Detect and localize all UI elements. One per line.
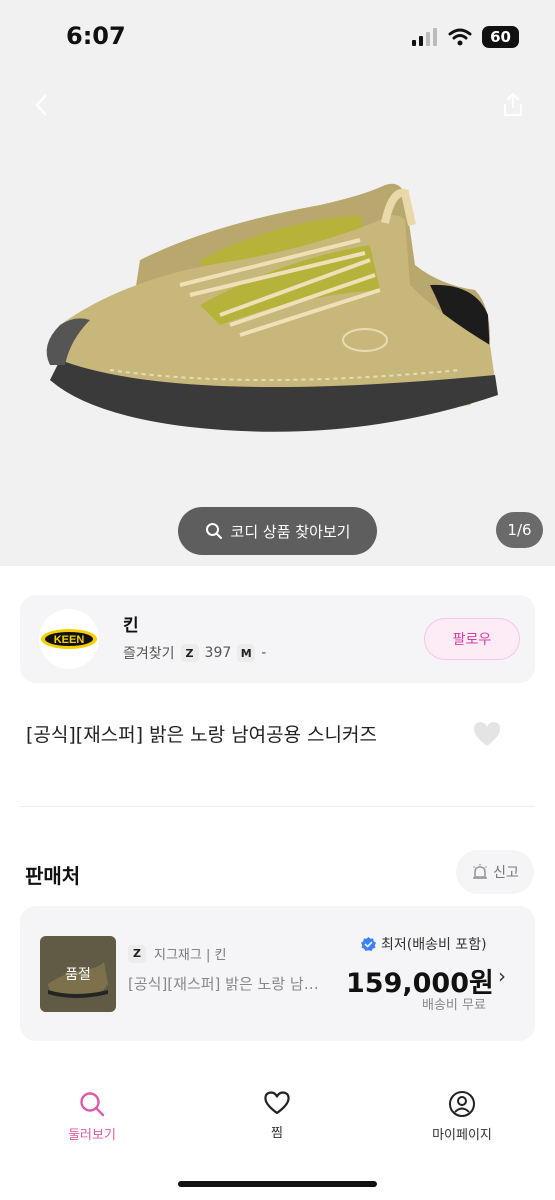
status-bar: 6:07 60 bbox=[0, 0, 555, 72]
follow-button[interactable]: 팔로우 bbox=[424, 618, 520, 660]
home-indicator bbox=[178, 1181, 377, 1187]
seller-thumbnail: 품절 bbox=[40, 936, 116, 1012]
lowest-price-label: 최저(배송비 포함) bbox=[360, 934, 487, 954]
share-icon bbox=[503, 92, 523, 117]
back-button[interactable] bbox=[24, 88, 58, 122]
tab-wishlist[interactable]: 찜 bbox=[232, 1090, 322, 1141]
verified-badge-icon bbox=[361, 936, 376, 951]
zigzag-badge: Z bbox=[180, 644, 199, 662]
status-icons: 60 bbox=[412, 26, 519, 48]
soldout-overlay: 품절 bbox=[40, 936, 116, 1012]
product-title: [공식][재스퍼] 밝은 노랑 남여공용 스니커즈 bbox=[26, 724, 377, 746]
tab-mypage[interactable]: 마이페이지 bbox=[417, 1090, 507, 1143]
find-coordi-label: 코디 상품 찾아보기 bbox=[230, 522, 351, 541]
zigzag-badge: Z bbox=[128, 944, 146, 963]
sellers-section-title: 판매처 bbox=[25, 864, 81, 888]
heart-outline-icon bbox=[264, 1091, 290, 1115]
status-time: 6:07 bbox=[66, 22, 126, 50]
tab-mypage-label: 마이페이지 bbox=[432, 1128, 492, 1143]
store-name: 킨 bbox=[123, 616, 139, 636]
seller-platform-label: 지그재그 | 킨 bbox=[154, 948, 227, 963]
musinsa-badge: M bbox=[237, 644, 256, 662]
chevron-right-icon[interactable]: › bbox=[498, 964, 506, 988]
shipping-info: 배송비 무료 bbox=[422, 998, 486, 1013]
share-button[interactable] bbox=[496, 88, 530, 122]
store-logo[interactable]: KEEN bbox=[39, 609, 99, 669]
store-card[interactable]: KEEN 킨 즐겨찾기 Z 397 M - 팔로우 bbox=[20, 595, 535, 683]
product-image-area[interactable]: 6:07 60 코디 상품 찾아보기 1/6 bbox=[0, 0, 555, 566]
tab-browse-label: 둘러보기 bbox=[68, 1128, 116, 1143]
user-circle-icon bbox=[449, 1091, 475, 1117]
cellular-signal-icon bbox=[412, 28, 438, 46]
tab-browse[interactable]: 둘러보기 bbox=[47, 1090, 137, 1143]
tab-wishlist-label: 찜 bbox=[271, 1126, 283, 1141]
wifi-icon bbox=[448, 28, 472, 46]
svg-text:KEEN: KEEN bbox=[54, 634, 85, 646]
lowest-price-text: 최저(배송비 포함) bbox=[381, 937, 487, 953]
zigzag-count: 397 bbox=[204, 645, 232, 661]
image-page-indicator: 1/6 bbox=[496, 512, 543, 548]
store-meta: 즐겨찾기 Z 397 M - bbox=[123, 643, 266, 663]
battery-indicator: 60 bbox=[482, 26, 519, 48]
search-icon bbox=[80, 1092, 105, 1117]
seller-card[interactable]: 품절 Z 지그재그 | 킨 [공식][재스퍼] 밝은 노랑 남… 최저(배송비 … bbox=[20, 906, 535, 1041]
keen-logo: KEEN bbox=[41, 629, 97, 649]
seller-product-name: [공식][재스퍼] 밝은 노랑 남… bbox=[128, 975, 319, 993]
musinsa-value: - bbox=[261, 645, 267, 661]
report-button[interactable]: 신고 bbox=[456, 850, 534, 894]
product-image bbox=[46, 183, 498, 432]
favorites-label: 즐겨찾기 bbox=[123, 646, 175, 662]
seller-platform: Z 지그재그 | 킨 bbox=[128, 944, 226, 963]
divider bbox=[20, 806, 535, 807]
wishlist-button[interactable] bbox=[472, 720, 502, 748]
find-coordi-button[interactable]: 코디 상품 찾아보기 bbox=[178, 507, 377, 555]
siren-icon bbox=[473, 864, 488, 879]
heart-icon bbox=[473, 722, 501, 746]
search-icon bbox=[205, 523, 222, 539]
chevron-left-icon bbox=[35, 94, 47, 116]
report-label: 신고 bbox=[493, 865, 519, 881]
